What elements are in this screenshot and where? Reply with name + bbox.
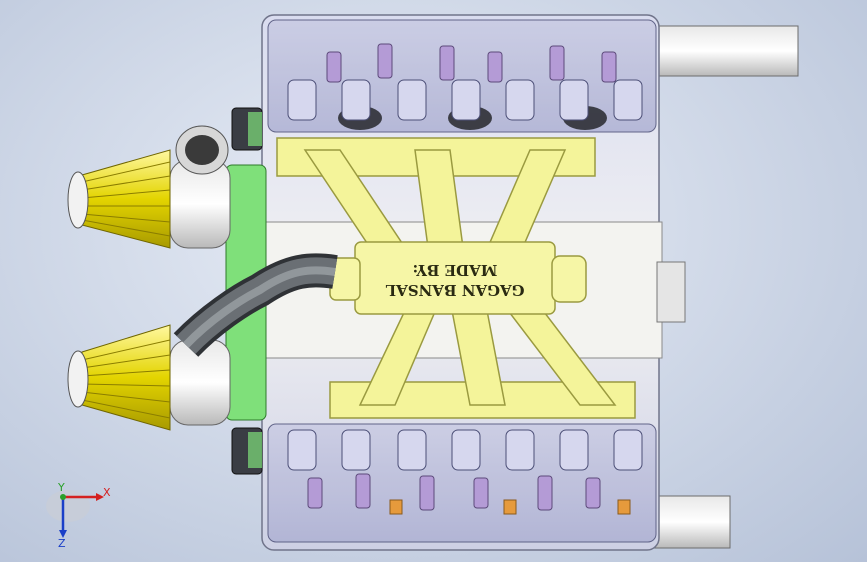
y-axis-label: Y: [57, 481, 65, 494]
exhaust-pipe-bottom: [649, 495, 731, 549]
maker-name: GAGAN BANSAL: [385, 281, 524, 299]
z-axis-label: Z: [58, 537, 66, 550]
cad-viewport[interactable]: GAGAN BANSAL MADE BY: X Y Z: [0, 0, 867, 562]
cylinder-head-bottom: [267, 423, 657, 543]
x-axis-label: X: [103, 486, 111, 499]
cylinder-head-top: [267, 19, 657, 133]
axis-triad: X Y Z: [46, 481, 111, 550]
air-filter-bottom: [67, 324, 171, 431]
throttle-body-top: [169, 125, 231, 249]
engine-model-drawing[interactable]: GAGAN BANSAL MADE BY: X Y Z: [0, 0, 867, 562]
y-axis-arrow: [60, 494, 66, 500]
air-filter-top: [67, 149, 171, 249]
maker-label: MADE BY:: [413, 261, 498, 279]
exhaust-pipe-top: [654, 25, 799, 77]
